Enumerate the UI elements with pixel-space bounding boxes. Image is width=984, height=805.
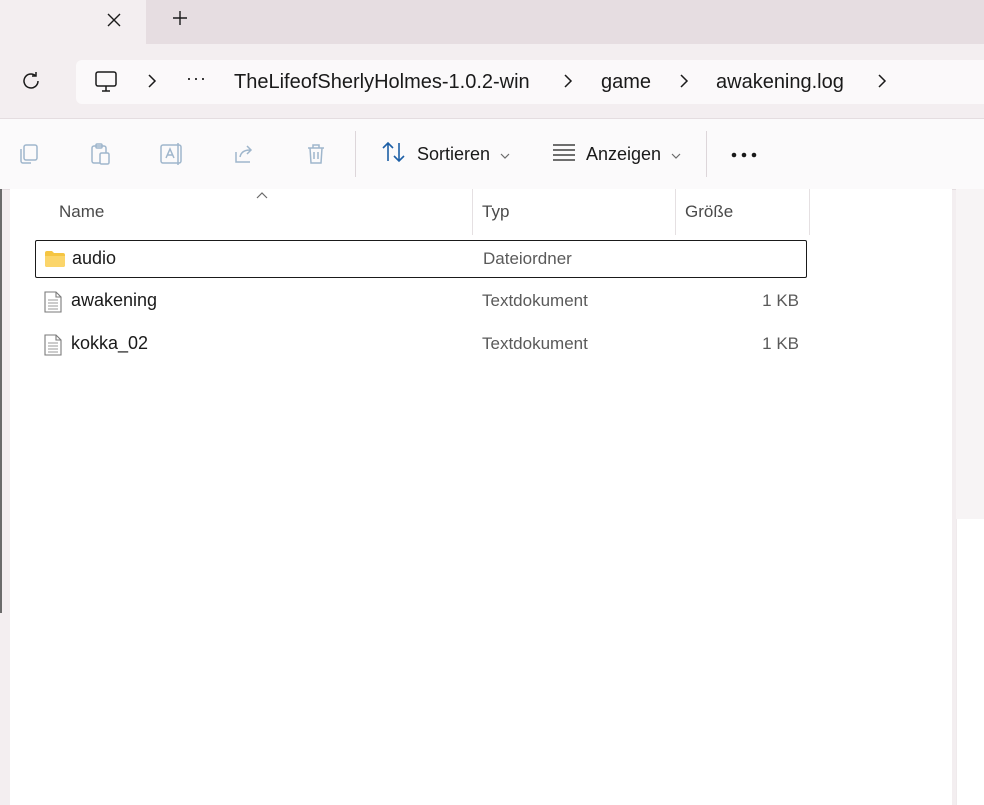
close-icon[interactable] [100,6,128,34]
rename-icon[interactable] [159,141,185,167]
sort-button[interactable]: Sortieren [381,139,510,169]
chevron-right-icon[interactable] [144,72,160,90]
breadcrumb-overflow[interactable]: ··· [186,68,207,89]
chevron-right-icon[interactable] [676,72,692,90]
file-size: 1 KB [762,334,799,353]
chevron-down-icon [500,144,510,165]
view-label: Anzeigen [586,143,662,164]
column-header-size[interactable]: Größe [685,189,805,235]
toolbar-divider [706,131,707,177]
sort-label: Sortieren [417,143,491,164]
column-divider[interactable] [809,189,810,235]
sort-icon [381,140,407,169]
paste-icon[interactable] [87,141,113,167]
file-name: audio [72,248,117,268]
file-explorer-window: ··· TheLifeofSherlyHolmes-1.0.2-win game… [0,0,984,805]
file-type: Textdokument [482,334,588,353]
file-type: Textdokument [482,291,588,310]
column-divider[interactable] [472,189,473,235]
navigation-pane-edge[interactable] [0,189,2,613]
share-icon[interactable] [231,141,257,167]
chevron-right-icon[interactable] [874,72,890,90]
file-list: Name Typ Größe audio Dateiordner awakeni… [10,189,952,805]
file-row-folder[interactable]: audio Dateiordner [35,240,807,278]
toolbar-divider [355,131,356,177]
active-tab[interactable] [0,0,146,44]
file-name: awakening [71,290,158,310]
file-size: 1 KB [762,291,799,310]
column-header-name[interactable]: Name [59,189,469,235]
chevron-down-icon [671,144,681,165]
delete-icon[interactable] [303,141,329,167]
address-row: ··· TheLifeofSherlyHolmes-1.0.2-win game… [0,44,984,118]
address-bar[interactable]: ··· TheLifeofSherlyHolmes-1.0.2-win game… [76,60,984,104]
this-pc-icon[interactable] [94,70,120,94]
file-row-text[interactable]: awakening Textdokument 1 KB [35,283,805,319]
view-list-icon [552,142,576,167]
refresh-icon [20,70,42,97]
breadcrumb-item[interactable]: awakening.log [716,69,844,95]
refresh-button[interactable] [16,68,46,98]
new-tab-button[interactable] [166,6,194,34]
tab-strip [0,0,984,44]
scrollbar-track[interactable] [956,189,984,519]
file-type: Dateiordner [483,249,572,268]
text-document-icon [43,291,65,313]
copy-icon[interactable] [15,141,41,167]
breadcrumb-item[interactable]: game [601,69,651,95]
file-name: kokka_02 [71,333,149,353]
column-header-type[interactable]: Typ [482,189,672,235]
file-row-text[interactable]: kokka_02 Textdokument 1 KB [35,326,805,362]
plus-icon [172,10,188,31]
view-button[interactable]: Anzeigen [552,139,681,169]
more-icon [730,145,758,163]
column-divider[interactable] [675,189,676,235]
text-document-icon [43,334,65,356]
folder-icon [44,249,66,271]
command-bar: Sortieren Anzeigen [0,118,984,190]
scrollbar-track-lower [956,519,984,805]
breadcrumb-item[interactable]: TheLifeofSherlyHolmes-1.0.2-win [234,69,530,95]
chevron-right-icon[interactable] [560,72,576,90]
more-options-button[interactable] [728,143,760,165]
